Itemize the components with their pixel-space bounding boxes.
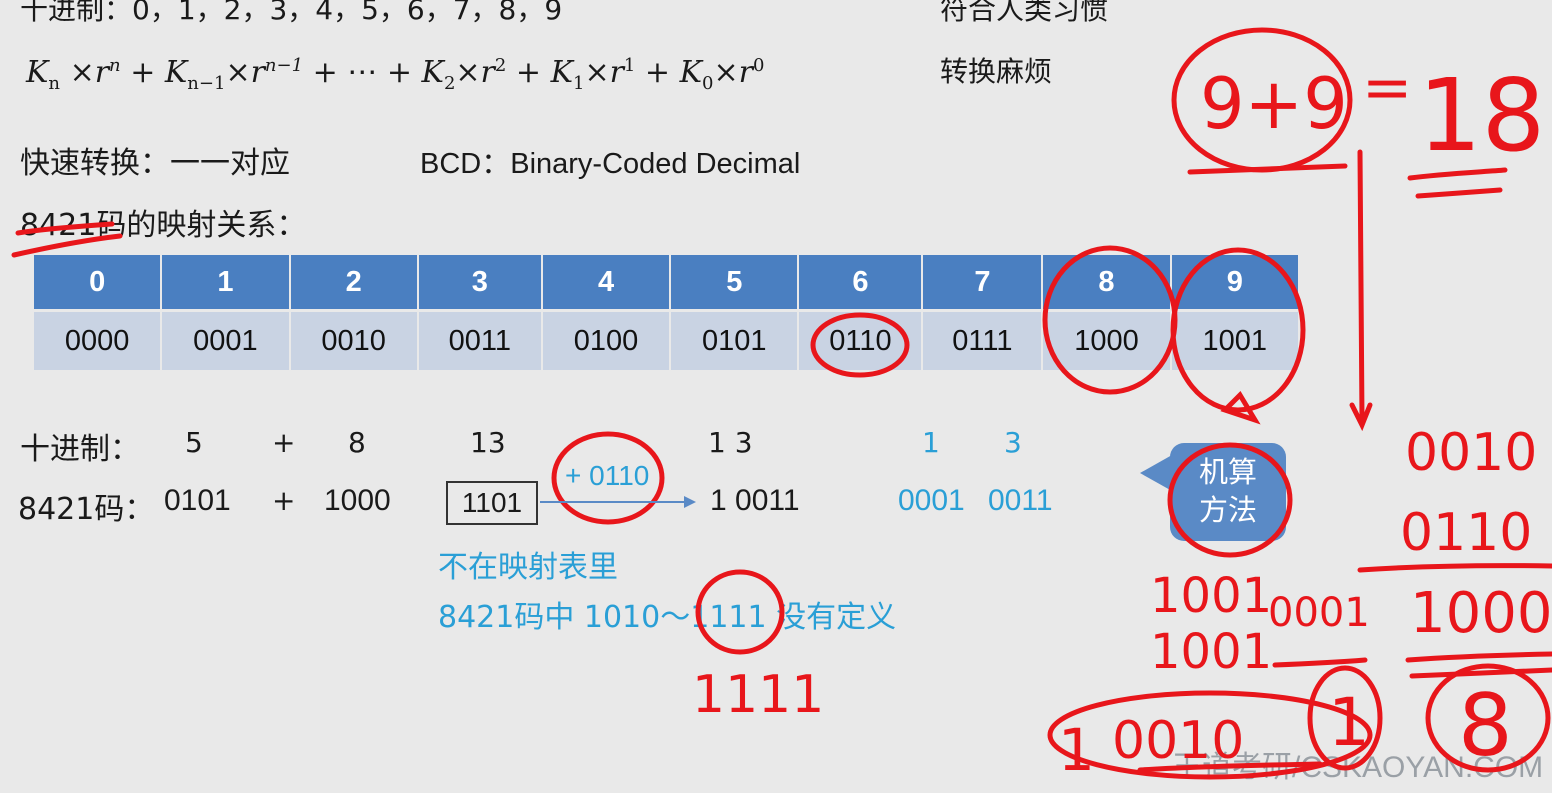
correction-arrow — [540, 496, 696, 508]
